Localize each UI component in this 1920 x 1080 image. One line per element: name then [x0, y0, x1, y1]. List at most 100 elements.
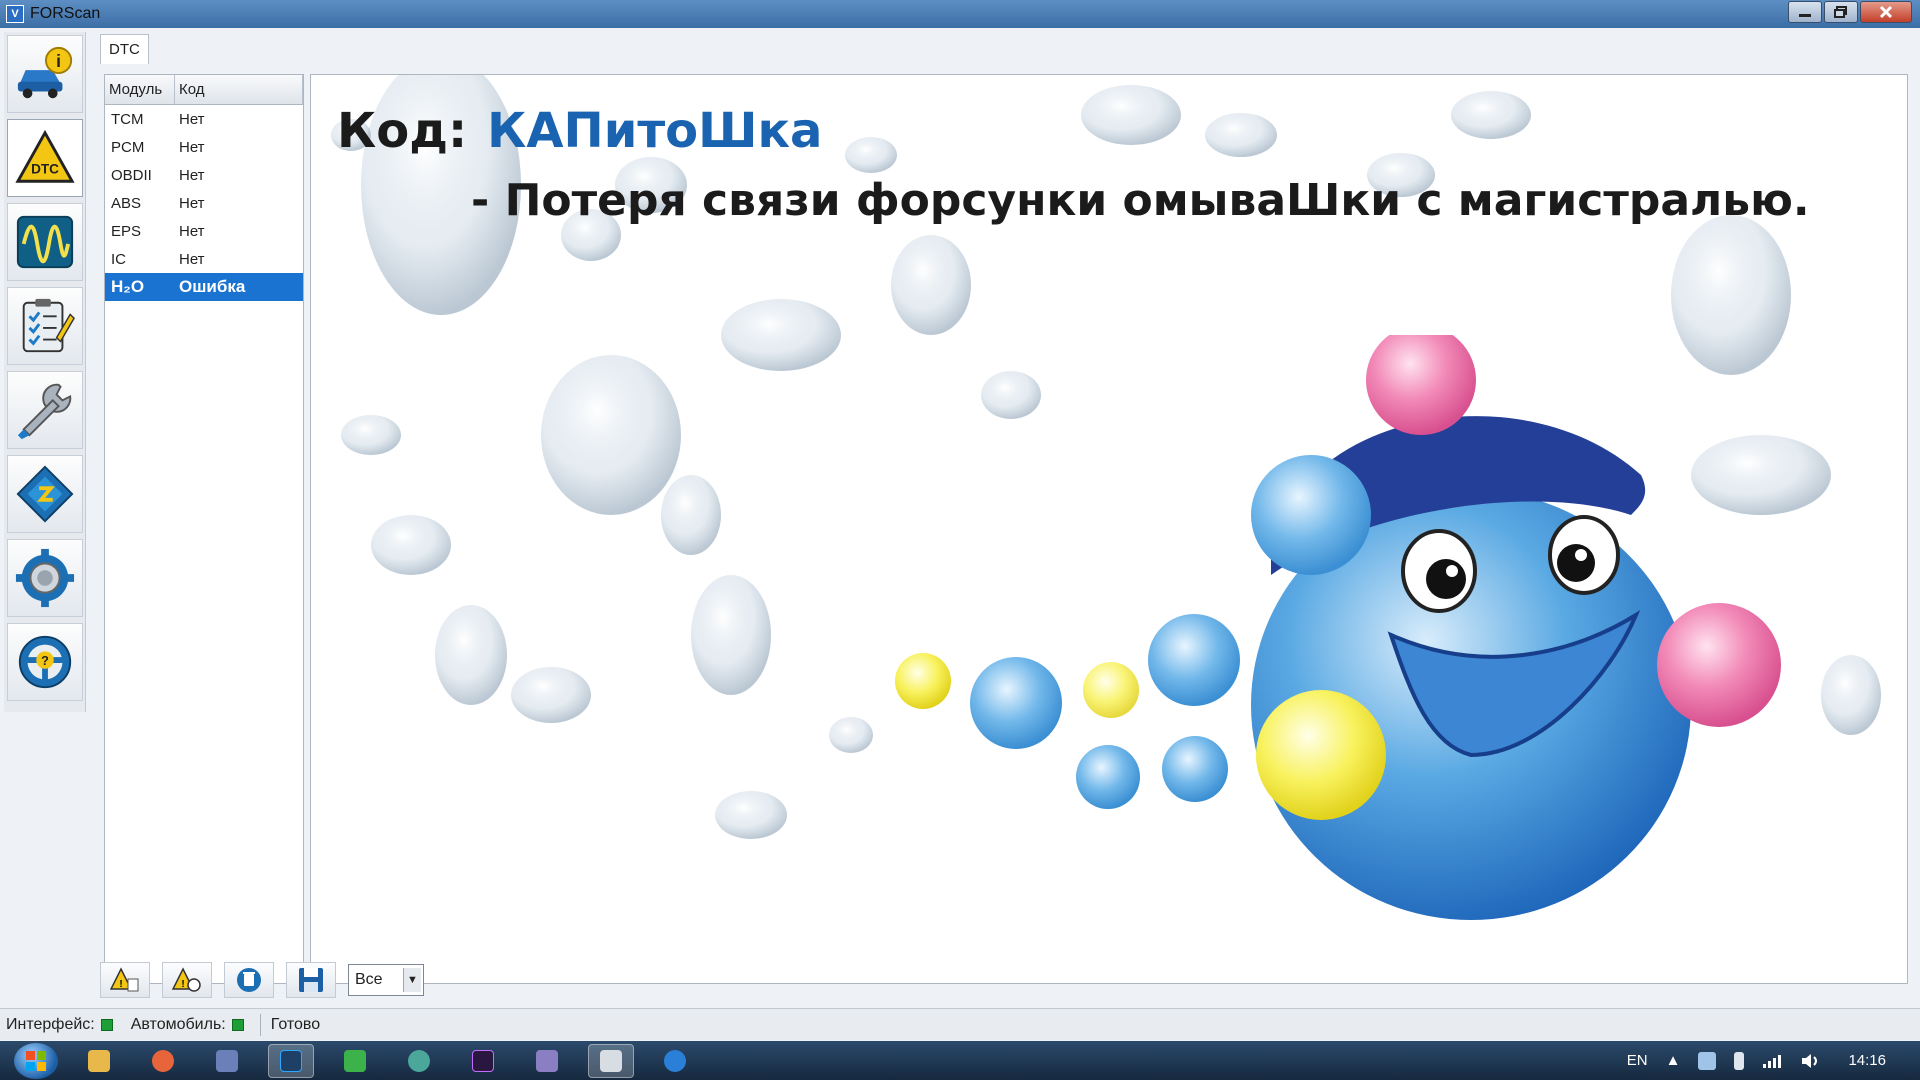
- vehicle-label: Автомобиль:: [130, 1015, 226, 1033]
- column-header-module[interactable]: Модуль: [105, 75, 175, 104]
- volume-icon[interactable]: [1800, 1052, 1820, 1070]
- restore-icon: [1834, 6, 1847, 18]
- taskbar-app-3[interactable]: [204, 1044, 250, 1078]
- app-icon: [536, 1049, 558, 1072]
- save-icon: [299, 968, 323, 992]
- code-cell: Нет: [179, 222, 205, 240]
- clear-dtc-button[interactable]: !: [162, 962, 212, 998]
- taskbar-app-10[interactable]: [652, 1044, 698, 1078]
- dtc-code-line: Код: КАПитоШка: [337, 103, 822, 159]
- app-icon: V: [6, 5, 24, 23]
- minimize-button[interactable]: [1788, 1, 1822, 23]
- language-indicator[interactable]: EN: [1627, 1052, 1648, 1069]
- table-row[interactable]: IC Нет: [105, 245, 303, 273]
- settings-button[interactable]: [7, 539, 83, 617]
- status-divider: [259, 1013, 261, 1036]
- interface-status-led: [100, 1018, 113, 1031]
- code-label: Код:: [337, 103, 468, 159]
- service-checklist-button[interactable]: [7, 287, 83, 365]
- taskbar-explorer[interactable]: [76, 1044, 122, 1078]
- battery-icon[interactable]: [1734, 1051, 1745, 1070]
- code-cell: Ошибка: [179, 277, 246, 296]
- minimize-icon: [1799, 14, 1811, 17]
- interface-label: Интерфейс:: [6, 1015, 95, 1033]
- windows-logo-icon: [26, 1050, 46, 1071]
- save-button[interactable]: [286, 962, 336, 998]
- dtc-description: - Потеря связи форсунки омываШки с магис…: [471, 175, 1810, 226]
- module-config-button[interactable]: [7, 455, 83, 533]
- app-icon: [344, 1049, 366, 1072]
- dtc-detail-panel: Код: КАПитоШка - Потеря связи форсунки ом…: [310, 74, 1908, 984]
- dtc-button[interactable]: DTC: [7, 119, 83, 197]
- svg-text:!: !: [181, 979, 184, 990]
- clock[interactable]: 14:16: [1848, 1052, 1886, 1069]
- vehicle-status-led: [231, 1018, 244, 1031]
- folder-icon: [88, 1049, 110, 1072]
- table-row-selected[interactable]: H₂O Ошибка: [105, 273, 303, 301]
- dtc-icon: DTC: [15, 129, 75, 183]
- close-button[interactable]: [1860, 1, 1912, 23]
- table-row[interactable]: EPS Нет: [105, 217, 303, 245]
- dtc-filter-select[interactable]: Все ▼: [348, 964, 424, 996]
- tray-expand-icon[interactable]: ▲: [1666, 1052, 1681, 1069]
- table-row[interactable]: OBDII Нет: [105, 161, 303, 189]
- column-header-code[interactable]: Код: [175, 75, 303, 104]
- network-signal-icon[interactable]: [1762, 1053, 1782, 1069]
- svg-text:!: !: [119, 979, 122, 990]
- firefox-icon: [152, 1049, 174, 1072]
- module-cell: EPS: [111, 222, 142, 240]
- maximize-button[interactable]: [1824, 1, 1858, 23]
- taskbar-firefox[interactable]: [140, 1044, 186, 1078]
- dtc-list-header: Модуль Код: [105, 75, 303, 105]
- table-row[interactable]: TCM Нет: [105, 105, 303, 133]
- delete-button[interactable]: [224, 962, 274, 998]
- taskbar-photoshop[interactable]: [268, 1043, 314, 1078]
- tab-dtc[interactable]: DTC: [100, 34, 149, 64]
- status-bar: Интерфейс: Автомобиль: Готово: [0, 1008, 1920, 1040]
- code-cell: Нет: [179, 194, 205, 212]
- window-title: FORScan: [30, 5, 101, 22]
- dtc-list: Модуль Код TCM Нет PCM Нет OBDII Нет ABS…: [104, 74, 304, 984]
- start-button[interactable]: [14, 1042, 58, 1079]
- oscilloscope-button[interactable]: [7, 203, 83, 281]
- code-cell: Нет: [179, 250, 205, 268]
- wrench-icon: [17, 383, 72, 440]
- help-wheel-icon: ?: [18, 635, 72, 689]
- delete-icon: [237, 968, 261, 992]
- checklist-icon: [22, 298, 75, 353]
- taskbar-app-5[interactable]: [332, 1044, 378, 1078]
- read-dtc-button[interactable]: !: [100, 962, 150, 998]
- vehicle-info-icon: i: [17, 46, 73, 99]
- app-icon: [664, 1049, 686, 1072]
- module-cell: H₂O: [111, 277, 145, 296]
- status-text: Готово: [270, 1015, 321, 1033]
- app-icon: [216, 1049, 238, 1072]
- oscilloscope-icon: [16, 215, 74, 269]
- app-icon: [408, 1049, 430, 1072]
- taskbar-forscan[interactable]: [588, 1043, 634, 1078]
- help-button[interactable]: ?: [7, 623, 83, 701]
- taskbar-premiere[interactable]: [460, 1044, 506, 1078]
- module-cell: OBDII: [111, 166, 152, 184]
- forscan-icon: [600, 1049, 622, 1072]
- code-cell: Нет: [179, 110, 205, 128]
- vehicle-info-button[interactable]: i: [7, 35, 83, 113]
- settings-gear-icon: [15, 548, 75, 608]
- module-cell: TCM: [111, 110, 144, 128]
- premiere-icon: [472, 1049, 494, 1072]
- taskbar-app-6[interactable]: [396, 1044, 442, 1078]
- table-row[interactable]: ABS Нет: [105, 189, 303, 217]
- filter-select-value: Все: [355, 971, 383, 988]
- tab-strip: DTC: [100, 34, 149, 64]
- title-bar: V FORScan: [0, 0, 1920, 28]
- main-window: i DTC ? DTC Модуль Код TCM Нет PCM Нет O…: [0, 28, 1920, 1041]
- tools-button[interactable]: [7, 371, 83, 449]
- chevron-down-icon[interactable]: ▼: [403, 968, 421, 992]
- module-cell: ABS: [111, 194, 142, 212]
- module-config-icon: [16, 465, 74, 523]
- bottom-toolbar: ! ! Все ▼: [100, 960, 424, 1000]
- taskbar-app-8[interactable]: [524, 1044, 570, 1078]
- close-icon: [1879, 5, 1893, 19]
- table-row[interactable]: PCM Нет: [105, 133, 303, 161]
- tray-app-icon[interactable]: [1698, 1051, 1717, 1070]
